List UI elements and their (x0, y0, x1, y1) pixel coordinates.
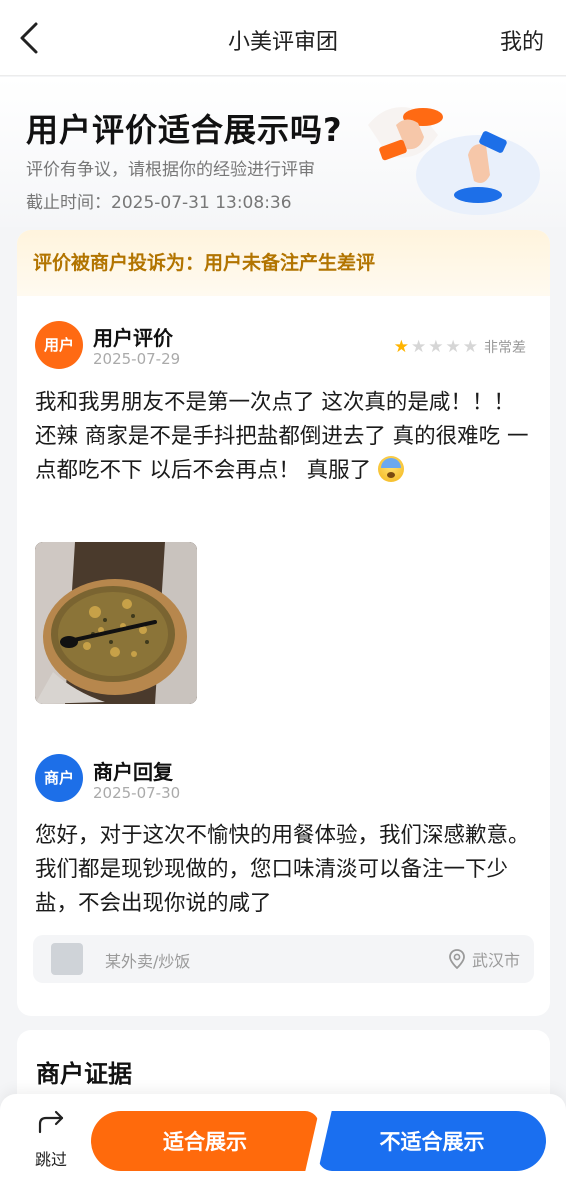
shop-category: 某外卖/炒饭 (105, 952, 191, 971)
review-photo[interactable] (35, 542, 197, 704)
hero-title: 用户评价适合展示吗? (26, 111, 343, 149)
not-suitable-display-button[interactable]: 不适合展示 (318, 1111, 546, 1171)
star-rating: ★ ★ ★ ★ ★ 非常差 (394, 337, 526, 357)
location: 武汉市 (448, 947, 520, 971)
shop-thumbnail-icon (51, 943, 83, 975)
suitable-display-button[interactable]: 适合展示 (91, 1111, 319, 1171)
hero-subtitle: 评价有争议，请根据你的经验进行评审 (26, 160, 315, 180)
star-empty-icon: ★ (445, 336, 461, 357)
my-link[interactable]: 我的 (500, 24, 544, 56)
location-pin-icon (449, 949, 465, 969)
page-title: 小美评审团 (227, 30, 338, 55)
complaint-text: 评价被商户投诉为：用户未备注产生差评 (33, 252, 376, 274)
star-empty-icon: ★ (411, 336, 427, 357)
evidence-title: 商户证据 (36, 1060, 132, 1088)
hero-header: 用户评价适合展示吗? 评价有争议，请根据你的经验进行评审 截止时间：2025-0… (0, 77, 566, 227)
reply-date: 2025-07-30 (93, 784, 181, 802)
review-author: 用户评价 (93, 326, 173, 350)
complaint-banner: 评价被商户投诉为：用户未备注产生差评 (17, 230, 550, 296)
star-filled-icon: ★ (393, 336, 409, 357)
review-card: 评价被商户投诉为：用户未备注产生差评 用户 用户评价 2025-07-29 ★ ★… (17, 230, 550, 1016)
skip-label: 跳过 (34, 1150, 67, 1169)
deadline-text: 截止时间：2025-07-31 13:08:36 (26, 193, 292, 213)
star-empty-icon: ★ (462, 336, 478, 357)
hands-pressing-button-illustration (368, 107, 540, 215)
skip-arrow-icon (38, 1110, 64, 1134)
anxious-face-emoji-icon (378, 456, 405, 482)
user-avatar: 用户 (35, 321, 83, 369)
top-nav-bar: 小美评审团 我的 (0, 0, 566, 76)
order-meta-bar: 某外卖/炒饭 武汉市 (33, 935, 534, 983)
review-text: 我和我男朋友不是第一次点了 这次真的是咸！！！ 还辣 商家是不是手抖把盐都倒进去… (35, 386, 535, 488)
merchant-avatar: 商户 (35, 754, 83, 802)
star-empty-icon: ★ (428, 336, 444, 357)
food-photo-image (35, 542, 197, 704)
location-text: 武汉市 (471, 951, 520, 970)
review-text-content: 我和我男朋友不是第一次点了 这次真的是咸！！！ 还辣 商家是不是手抖把盐都倒进去… (35, 390, 529, 483)
bottom-action-bar: 跳过 适合展示 不适合展示 (0, 1094, 566, 1185)
reply-text: 您好，对于这次不愉快的用餐体验，我们深感歉意。我们都是现钞现做的，您口味清淡可以… (35, 823, 530, 916)
reply-author: 商户回复 (93, 760, 173, 784)
rating-text: 非常差 (484, 340, 526, 356)
review-date: 2025-07-29 (93, 350, 181, 368)
skip-button[interactable]: 跳过 (26, 1110, 76, 1170)
